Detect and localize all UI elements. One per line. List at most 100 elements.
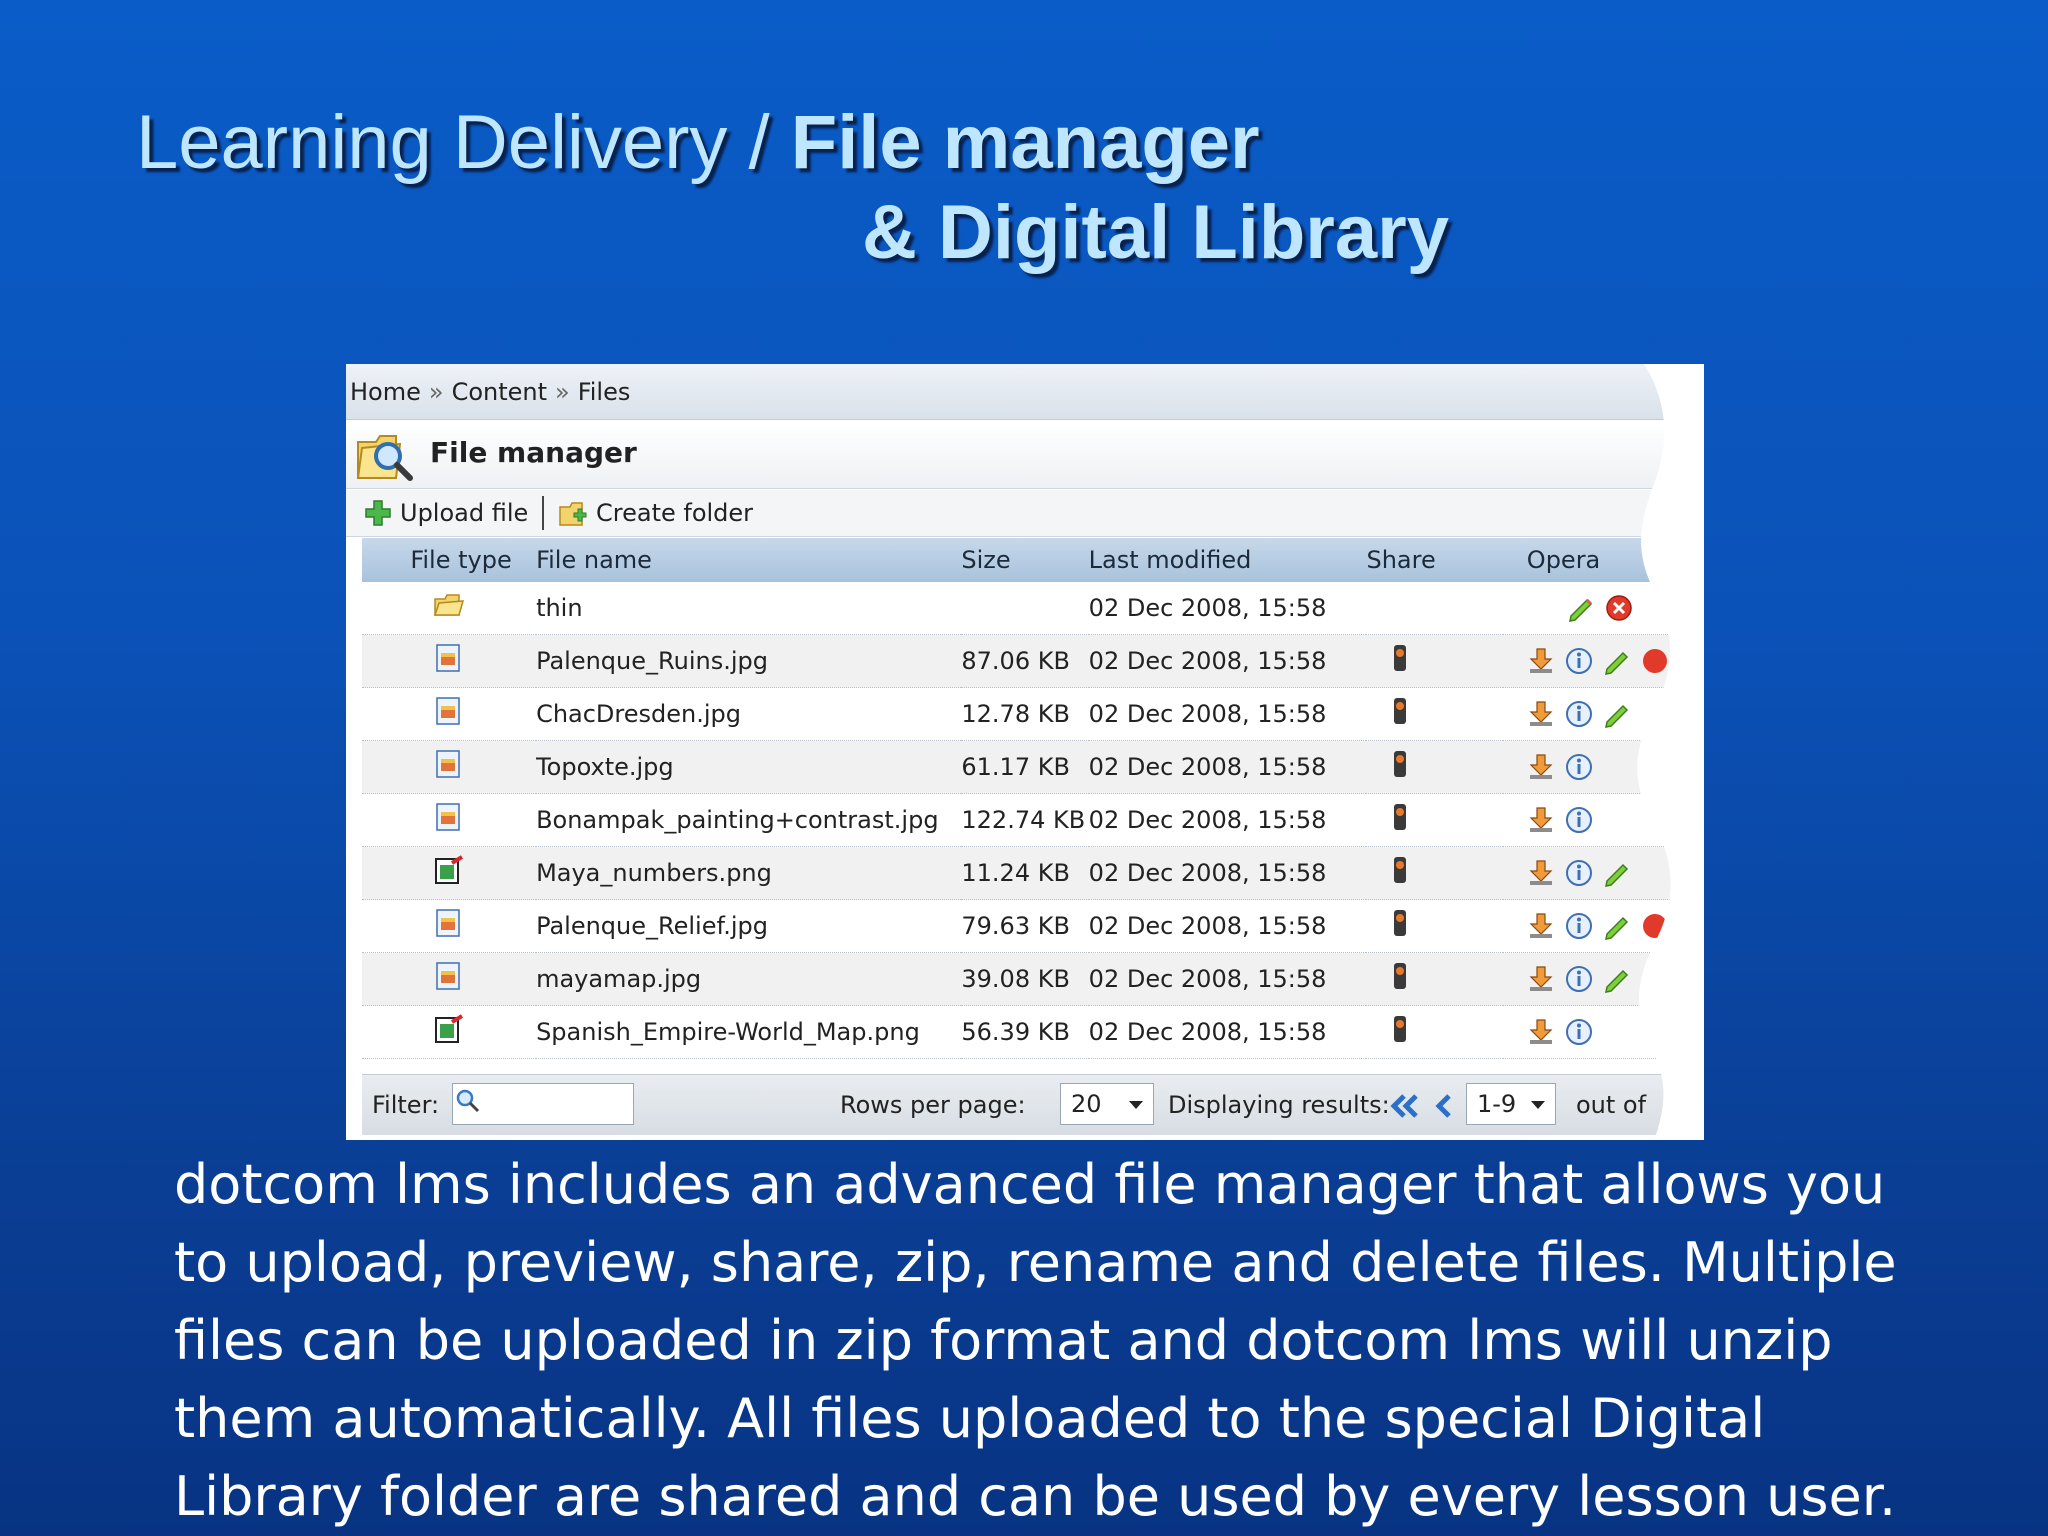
share-toggle-icon[interactable] [1392,696,1408,726]
file-size: 12.78 KB [961,687,1089,741]
share-toggle-icon[interactable] [1392,855,1408,885]
file-type-cell [362,952,537,1006]
create-folder-button[interactable]: Create folder [558,490,753,536]
download-icon[interactable] [1527,806,1555,834]
share-toggle-icon[interactable] [1392,1014,1408,1044]
toolbar-divider [542,496,544,530]
chevron-down-icon [1129,1101,1143,1109]
header-size[interactable]: Size [961,538,1089,582]
toolbar: Upload file Create folder [346,490,1704,537]
page-range-value: 1-9 [1477,1090,1517,1118]
share-toggle-icon[interactable] [1392,643,1408,673]
file-type-cell [362,846,537,900]
header-file-name[interactable]: File name [536,538,962,582]
folder-search-icon [356,435,413,481]
breadcrumb-home[interactable]: Home [350,378,421,406]
breadcrumb: Home» Content» Files [346,364,1704,420]
file-type-cell [362,1005,537,1059]
first-page-icon[interactable] [1390,1093,1422,1119]
file-name[interactable]: Spanish_Empire-World_Map.png [536,1005,962,1059]
file-modified: 02 Dec 2008, 15:58 [1088,899,1367,953]
chevron-down-icon [1531,1101,1545,1109]
file-name[interactable]: mayamap.jpg [536,952,962,1006]
table-row[interactable]: Maya_numbers.png 11.24 KB 02 Dec 2008, 1… [362,846,1704,900]
files-table: File type File name Size Last modified S… [362,538,1704,1059]
table-row[interactable]: mayamap.jpg 39.08 KB 02 Dec 2008, 15:58 [362,952,1704,1006]
filter-input[interactable] [452,1083,634,1125]
header-last-modified[interactable]: Last modified [1088,538,1367,582]
info-icon[interactable] [1565,1018,1593,1046]
rows-per-page-value: 20 [1071,1090,1102,1118]
file-name[interactable]: thin [536,582,962,635]
edit-pencil-icon[interactable] [1567,594,1595,622]
file-name[interactable]: Bonampak_painting+contrast.jpg [536,793,962,847]
info-icon[interactable] [1565,859,1593,887]
file-size: 79.63 KB [961,899,1089,953]
page-range-select[interactable]: 1-9 [1466,1083,1556,1125]
image-file-icon [436,644,460,672]
previous-page-icon[interactable] [1434,1093,1454,1119]
share-cell [1366,687,1503,741]
info-icon[interactable] [1565,965,1593,993]
share-cell [1366,1005,1503,1059]
table-row[interactable]: Spanish_Empire-World_Map.png 56.39 KB 02… [362,1005,1704,1059]
table-row[interactable]: Palenque_Relief.jpg 79.63 KB 02 Dec 2008… [362,899,1704,953]
download-icon[interactable] [1527,1018,1555,1046]
share-toggle-icon[interactable] [1392,961,1408,991]
table-row[interactable]: Palenque_Ruins.jpg 87.06 KB 02 Dec 2008,… [362,634,1704,688]
share-cell [1366,740,1503,794]
info-icon[interactable] [1565,700,1593,728]
download-icon[interactable] [1527,912,1555,940]
share-cell [1366,899,1503,953]
file-type-cell [362,582,537,635]
table-row[interactable]: ChacDresden.jpg 12.78 KB 02 Dec 2008, 15… [362,687,1704,741]
share-toggle-icon[interactable] [1392,908,1408,938]
image-file-icon [436,803,460,831]
share-toggle-icon[interactable] [1392,802,1408,832]
image-file-icon [436,962,460,990]
rows-per-page-label: Rows per page: [840,1091,1026,1119]
file-name[interactable]: Palenque_Relief.jpg [536,899,962,953]
file-name[interactable]: Palenque_Ruins.jpg [536,634,962,688]
filter-label: Filter: [372,1091,440,1119]
new-folder-icon [559,502,587,526]
info-icon[interactable] [1565,912,1593,940]
file-name[interactable]: ChacDresden.jpg [536,687,962,741]
share-cell [1366,634,1503,688]
file-modified: 02 Dec 2008, 15:58 [1088,687,1367,741]
download-icon[interactable] [1527,700,1555,728]
file-size: 122.74 KB [961,793,1089,847]
share-cell [1366,846,1503,900]
download-icon[interactable] [1527,965,1555,993]
file-name[interactable]: Maya_numbers.png [536,846,962,900]
file-modified: 02 Dec 2008, 15:58 [1088,740,1367,794]
download-icon[interactable] [1527,859,1555,887]
upload-file-button[interactable]: Upload file [364,490,528,536]
download-icon[interactable] [1527,753,1555,781]
file-modified: 02 Dec 2008, 15:58 [1088,1005,1367,1059]
file-type-cell [362,634,537,688]
header-file-type[interactable]: File type [362,538,537,582]
file-size: 61.17 KB [961,740,1089,794]
image-file-icon [436,697,460,725]
breadcrumb-files[interactable]: Files [578,378,631,406]
breadcrumb-separator: » [555,378,570,406]
torn-edge [1637,364,1704,1140]
info-icon[interactable] [1565,806,1593,834]
rows-per-page-select[interactable]: 20 [1060,1083,1154,1125]
file-manager-header: File manager [346,422,1704,489]
table-row[interactable]: thin 02 Dec 2008, 15:58 [362,582,1704,635]
table-footer: Filter: Rows per page: 20 Displaying res… [362,1074,1704,1135]
info-icon[interactable] [1565,647,1593,675]
title-line2: & Digital Library [862,190,1449,275]
table-row[interactable]: Topoxte.jpg 61.17 KB 02 Dec 2008, 15:58 [362,740,1704,794]
download-icon[interactable] [1527,647,1555,675]
table-row[interactable]: Bonampak_painting+contrast.jpg 122.74 KB… [362,793,1704,847]
file-name[interactable]: Topoxte.jpg [536,740,962,794]
breadcrumb-content[interactable]: Content [452,378,547,406]
header-share[interactable]: Share [1366,538,1503,582]
share-toggle-icon[interactable] [1392,749,1408,779]
file-modified: 02 Dec 2008, 15:58 [1088,582,1367,635]
info-icon[interactable] [1565,753,1593,781]
file-modified: 02 Dec 2008, 15:58 [1088,793,1367,847]
